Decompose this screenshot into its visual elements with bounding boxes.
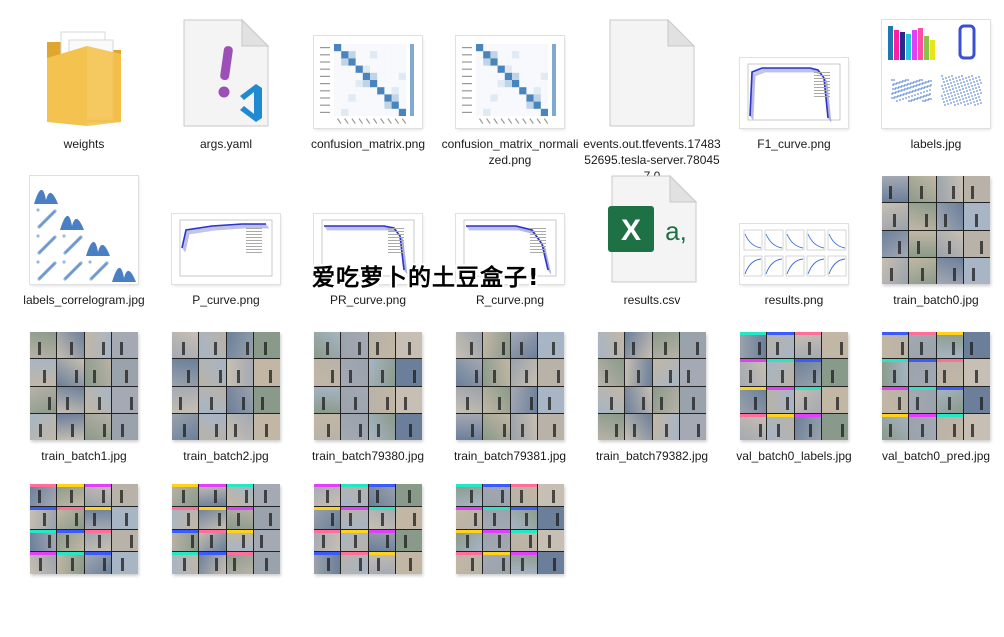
image-thumbnail <box>738 16 850 128</box>
file-name-label: val_batch0_labels.jpg <box>736 449 852 463</box>
file-item-args-yaml[interactable]: args.yaml <box>155 13 297 169</box>
svg-text:a,: a, <box>665 216 687 246</box>
image-thumbnail <box>454 484 566 596</box>
file-item-pr-curve-png[interactable]: PR_curve.png <box>297 169 439 325</box>
file-item-weights[interactable]: weights <box>13 13 155 169</box>
file-name-label: confusion_matrix_normalized.png <box>441 137 579 167</box>
file-item-confusion-matrix-normalized-png[interactable]: confusion_matrix_normalized.png <box>439 13 581 169</box>
image-thumbnail <box>28 172 140 284</box>
file-item-val-batch0-pred-jpg[interactable]: val_batch0_pred.jpg <box>865 325 1004 481</box>
file-item-train-batch79380-jpg[interactable]: train_batch79380.jpg <box>297 325 439 481</box>
image-thumbnail <box>312 172 424 284</box>
file-name-label: P_curve.png <box>192 293 260 307</box>
file-item-labels-jpg[interactable]: labels.jpg <box>865 13 1004 169</box>
file-name-label: confusion_matrix.png <box>310 137 426 151</box>
image-mosaic <box>314 484 422 574</box>
image-mosaic <box>456 484 564 574</box>
file-name-label: train_batch0.jpg <box>893 293 979 307</box>
image-thumbnail <box>738 328 850 440</box>
file-item-r-curve-png[interactable]: R_curve.png <box>439 169 581 325</box>
file-name-label: train_batch2.jpg <box>183 449 269 463</box>
file-name-label: train_batch79381.jpg <box>453 449 567 463</box>
file-item-partial-21[interactable] <box>13 481 155 637</box>
file-item-partial-23[interactable] <box>297 481 439 637</box>
file-name-label: train_batch79382.jpg <box>595 449 709 463</box>
image-thumbnail <box>880 16 992 128</box>
file-item-labels-correlogram-jpg[interactable]: labels_correlogram.jpg <box>13 169 155 325</box>
image-mosaic <box>30 332 138 440</box>
image-thumbnail <box>454 16 566 128</box>
image-mosaic <box>172 332 280 440</box>
file-item-p-curve-png[interactable]: P_curve.png <box>155 169 297 325</box>
file-item-partial-22[interactable] <box>155 481 297 637</box>
file-name-label: F1_curve.png <box>757 137 831 151</box>
file-item-val-batch0-labels-jpg[interactable]: val_batch0_labels.jpg <box>723 325 865 481</box>
file-name-label: PR_curve.png <box>329 293 407 307</box>
image-thumbnail <box>454 328 566 440</box>
file-item-train-batch1-jpg[interactable]: train_batch1.jpg <box>13 325 155 481</box>
image-thumbnail <box>596 328 708 440</box>
file-item-train-batch2-jpg[interactable]: train_batch2.jpg <box>155 325 297 481</box>
image-mosaic <box>30 484 138 574</box>
file-item-f1-curve-png[interactable]: F1_curve.png <box>723 13 865 169</box>
file-item-partial-24[interactable] <box>439 481 581 637</box>
file-item-train-batch79382-jpg[interactable]: train_batch79382.jpg <box>581 325 723 481</box>
image-thumbnail <box>312 16 424 128</box>
image-mosaic <box>740 332 848 440</box>
file-name-label: labels.jpg <box>910 137 962 151</box>
yaml-file-icon <box>170 16 282 128</box>
file-name-label: val_batch0_pred.jpg <box>881 449 991 463</box>
image-mosaic <box>882 176 990 284</box>
image-thumbnail <box>312 484 424 596</box>
image-thumbnail <box>880 328 992 440</box>
image-mosaic <box>882 332 990 440</box>
file-item-events-out-tfevents-1748352695-tesla-server-780457-0[interactable]: events.out.tfevents.1748352695.tesla-ser… <box>581 13 723 183</box>
file-name-label: train_batch1.jpg <box>41 449 127 463</box>
generic-file-icon <box>596 16 708 128</box>
image-mosaic <box>456 332 564 440</box>
image-thumbnail <box>28 328 140 440</box>
file-name-label: results.png <box>764 293 824 307</box>
svg-text:X: X <box>621 214 641 247</box>
image-thumbnail <box>170 484 282 596</box>
file-name-label: train_batch79380.jpg <box>311 449 425 463</box>
image-thumbnail <box>738 172 850 284</box>
image-mosaic <box>172 484 280 574</box>
image-thumbnail <box>28 484 140 596</box>
image-thumbnail <box>312 328 424 440</box>
file-item-train-batch0-jpg[interactable]: train_batch0.jpg <box>865 169 1004 325</box>
image-mosaic <box>598 332 706 440</box>
file-name-label: results.csv <box>623 293 681 307</box>
image-thumbnail <box>170 328 282 440</box>
file-item-results-png[interactable]: results.png <box>723 169 865 325</box>
image-thumbnail <box>454 172 566 284</box>
file-grid: weights args.yaml confusion_matrix.png c… <box>13 13 1003 637</box>
file-name-label: R_curve.png <box>475 293 545 307</box>
file-item-confusion-matrix-png[interactable]: confusion_matrix.png <box>297 13 439 169</box>
image-thumbnail <box>880 172 992 284</box>
file-name-label: labels_correlogram.jpg <box>23 293 145 307</box>
file-name-label: args.yaml <box>199 137 252 151</box>
file-item-train-batch79381-jpg[interactable]: train_batch79381.jpg <box>439 325 581 481</box>
image-thumbnail <box>170 172 282 284</box>
folder-icon <box>28 16 140 128</box>
excel-file-icon: X a, <box>596 172 708 284</box>
image-mosaic <box>314 332 422 440</box>
file-name-label: weights <box>63 137 105 151</box>
file-item-results-csv[interactable]: X a, results.csv <box>581 169 723 325</box>
